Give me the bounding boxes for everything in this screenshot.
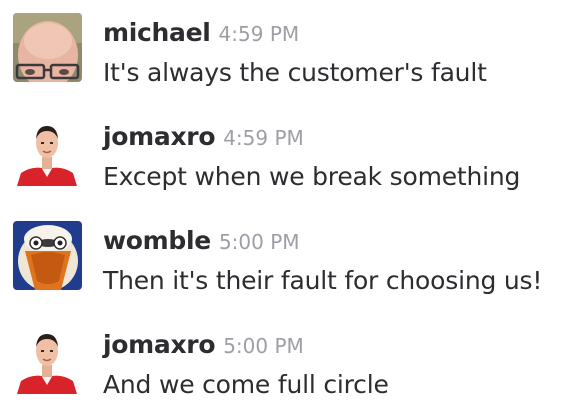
womble-creature-avatar[interactable] [13, 221, 82, 290]
message-list: michael 4:59 PM It's always the customer'… [0, 0, 578, 417]
message-item: jomaxro 5:00 PM And we come full circle [0, 312, 578, 412]
message-header: womble 5:00 PM [103, 226, 300, 255]
message-header: jomaxro 5:00 PM [103, 330, 304, 359]
author-name[interactable]: michael [103, 18, 211, 47]
message-item: michael 4:59 PM It's always the customer'… [0, 0, 578, 100]
message-header: michael 4:59 PM [103, 18, 299, 47]
message-text: Then it's their fault for choosing us! [103, 266, 543, 295]
man-red-shirt-avatar[interactable] [13, 325, 82, 394]
timestamp[interactable]: 5:00 PM [219, 230, 300, 254]
message-item: womble 5:00 PM Then it's their fault for … [0, 208, 578, 308]
timestamp[interactable]: 5:00 PM [223, 334, 304, 358]
man-red-shirt-avatar[interactable] [13, 117, 82, 186]
message-header: jomaxro 4:59 PM [103, 122, 304, 151]
message-text: And we come full circle [103, 370, 389, 399]
message-text: Except when we break something [103, 162, 521, 191]
author-name[interactable]: womble [103, 226, 211, 255]
bald-man-glasses-avatar[interactable] [13, 13, 82, 82]
author-name[interactable]: jomaxro [103, 330, 216, 359]
message-text: It's always the customer's fault [103, 58, 487, 87]
timestamp[interactable]: 4:59 PM [219, 22, 300, 46]
timestamp[interactable]: 4:59 PM [223, 126, 304, 150]
author-name[interactable]: jomaxro [103, 122, 216, 151]
message-item: jomaxro 4:59 PM Except when we break some… [0, 104, 578, 204]
